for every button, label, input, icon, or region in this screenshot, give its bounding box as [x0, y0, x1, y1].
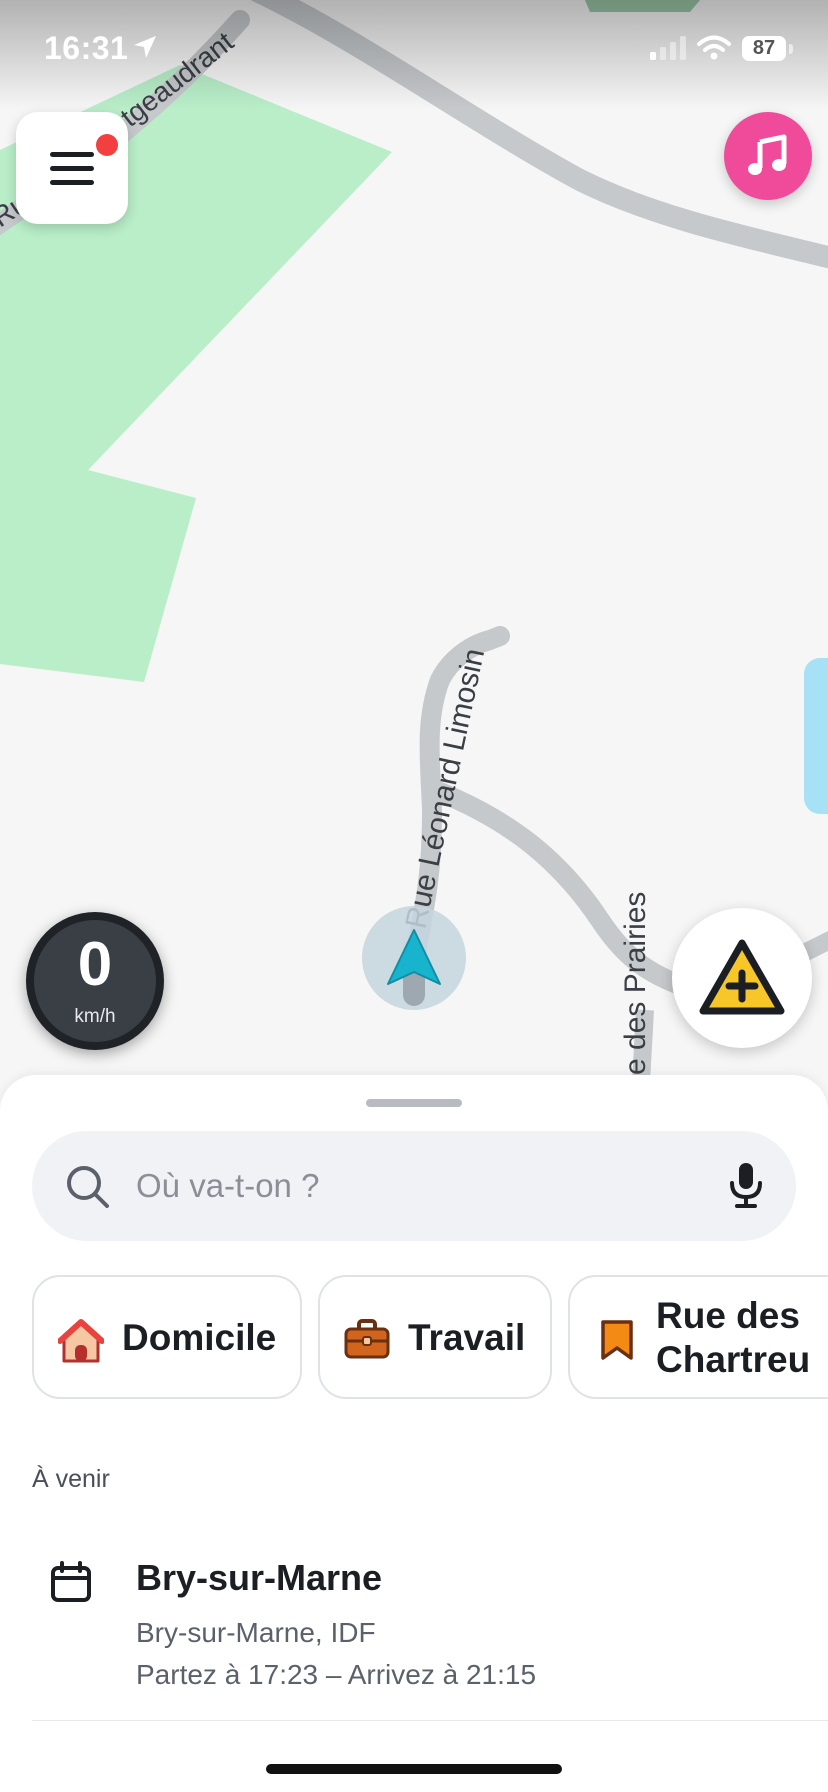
list-divider	[32, 1720, 828, 1721]
speedometer[interactable]: 0 km/h	[26, 912, 164, 1050]
cellular-signal-icon	[650, 36, 686, 60]
event-title: Bry-sur-Marne	[136, 1557, 383, 1598]
bottom-sheet[interactable]: Où va-t-on ? Domicile Travail Rue des Ch…	[0, 1075, 828, 1792]
shortcut-list: Domicile Travail Rue des Chartreu	[0, 1275, 828, 1405]
search-placeholder: Où va-t-on ?	[136, 1167, 320, 1204]
bookmark-icon	[601, 1320, 633, 1360]
shortcut-saved-label-line1: Rue des	[656, 1295, 800, 1336]
shortcut-saved-label-line2: Chartreu	[656, 1339, 811, 1380]
battery-level: 87	[752, 37, 776, 59]
microphone-icon[interactable]	[728, 1161, 764, 1209]
warning-plus-icon	[699, 939, 785, 1015]
home-icon	[58, 1319, 104, 1363]
music-button[interactable]	[724, 112, 812, 200]
event-subtitle: Bry-sur-Marne, IDF	[136, 1617, 376, 1648]
shortcut-work[interactable]: Travail	[318, 1275, 552, 1399]
upcoming-event-item[interactable]: Bry-sur-Marne Bry-sur-Marne, IDF Partez …	[0, 1525, 828, 1715]
battery-indicator: 87	[742, 36, 786, 61]
upcoming-section-title: À venir	[32, 1465, 110, 1493]
briefcase-icon	[344, 1319, 390, 1359]
search-bar[interactable]: Où va-t-on ?	[32, 1131, 796, 1241]
status-time: 16:31	[44, 30, 129, 66]
menu-button[interactable]	[16, 112, 128, 224]
event-time: Partez à 17:23 – Arrivez à 21:15	[136, 1659, 537, 1690]
shortcut-home[interactable]: Domicile	[32, 1275, 302, 1399]
notification-dot	[96, 134, 118, 156]
speed-unit: km/h	[74, 1006, 116, 1027]
shortcut-work-label: Travail	[408, 1317, 526, 1358]
report-hazard-button[interactable]	[672, 908, 812, 1048]
location-arrow-icon	[134, 36, 156, 58]
search-icon	[67, 1166, 109, 1208]
water-area	[804, 658, 828, 814]
shortcut-home-label: Domicile	[122, 1317, 277, 1358]
music-note-icon	[748, 134, 787, 175]
speed-value: 0	[77, 930, 113, 999]
home-indicator[interactable]	[266, 1764, 562, 1774]
street-label-prairies: e des Prairies	[619, 892, 652, 1075]
sheet-grabber[interactable]	[366, 1099, 462, 1107]
status-bar: 16:31 87	[0, 0, 828, 100]
calendar-icon	[51, 1561, 91, 1602]
current-position-marker	[362, 906, 466, 1010]
wifi-icon	[697, 35, 731, 60]
shortcut-saved-place[interactable]: Rue des Chartreu	[568, 1275, 828, 1399]
